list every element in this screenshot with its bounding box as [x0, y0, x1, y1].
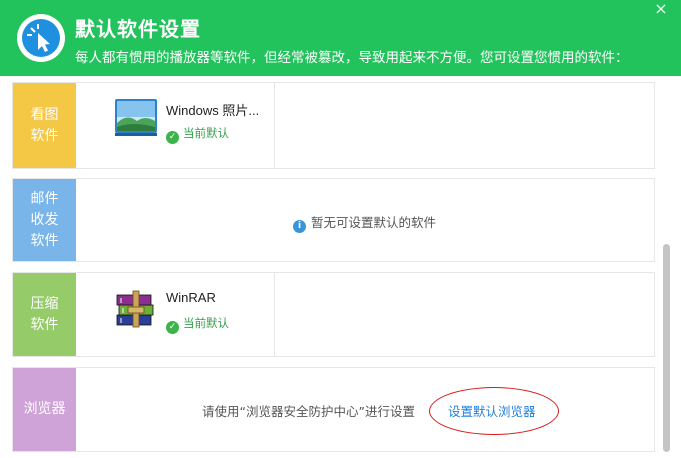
scrollbar-thumb[interactable] — [663, 244, 670, 452]
no-software-notice: i 暂无可设置默认的软件 — [13, 212, 656, 233]
check-circle-icon: ✓ — [166, 131, 179, 144]
default-photos-app[interactable]: Windows 照片... ✓ 当前默认 — [113, 83, 275, 168]
click-cursor-icon — [17, 14, 65, 62]
category-image-viewer: 看图软件 — [13, 83, 76, 168]
close-button[interactable]: × — [652, 1, 670, 19]
browser-instructions: 请使用“浏览器安全防护中心”进行设置 — [202, 404, 415, 419]
image-viewer-row: 看图软件 Windows 照片... ✓ 当前默认 — [12, 82, 655, 169]
category-compression: 压缩软件 — [13, 273, 76, 356]
status-badge: ✓ 当前默认 — [166, 315, 229, 334]
info-icon: i — [292, 220, 306, 233]
status-badge: ✓ 当前默认 — [166, 125, 229, 144]
window-subtitle: 每人都有惯用的播放器等软件，但经常被篡改，导致用起来不方便。您可设置您惯用的软件… — [75, 50, 629, 66]
header-bar: 默认软件设置 每人都有惯用的播放器等软件，但经常被篡改，导致用起来不方便。您可设… — [0, 0, 681, 76]
app-name: WinRAR — [166, 290, 216, 305]
window-title: 默认软件设置 — [75, 17, 201, 41]
app-name: Windows 照片... — [166, 103, 260, 118]
settings-list[interactable]: 看图软件 Windows 照片... ✓ 当前默认 邮件收发软件 i 暂无可设置… — [0, 76, 681, 458]
check-circle-icon: ✓ — [166, 321, 179, 334]
photo-viewer-icon — [113, 95, 159, 141]
compression-row: 压缩软件 WinRAR ✓ 当前默认 — [12, 272, 655, 357]
category-browser: 浏览器 — [13, 368, 76, 451]
highlight-ellipse — [429, 387, 559, 435]
mail-client-row: 邮件收发软件 i 暂无可设置默认的软件 — [12, 178, 655, 262]
browser-row: 浏览器 请使用“浏览器安全防护中心”进行设置 设置默认浏览器 — [12, 367, 655, 452]
default-winrar-app[interactable]: WinRAR ✓ 当前默认 — [113, 273, 275, 356]
winrar-books-icon — [113, 285, 159, 331]
